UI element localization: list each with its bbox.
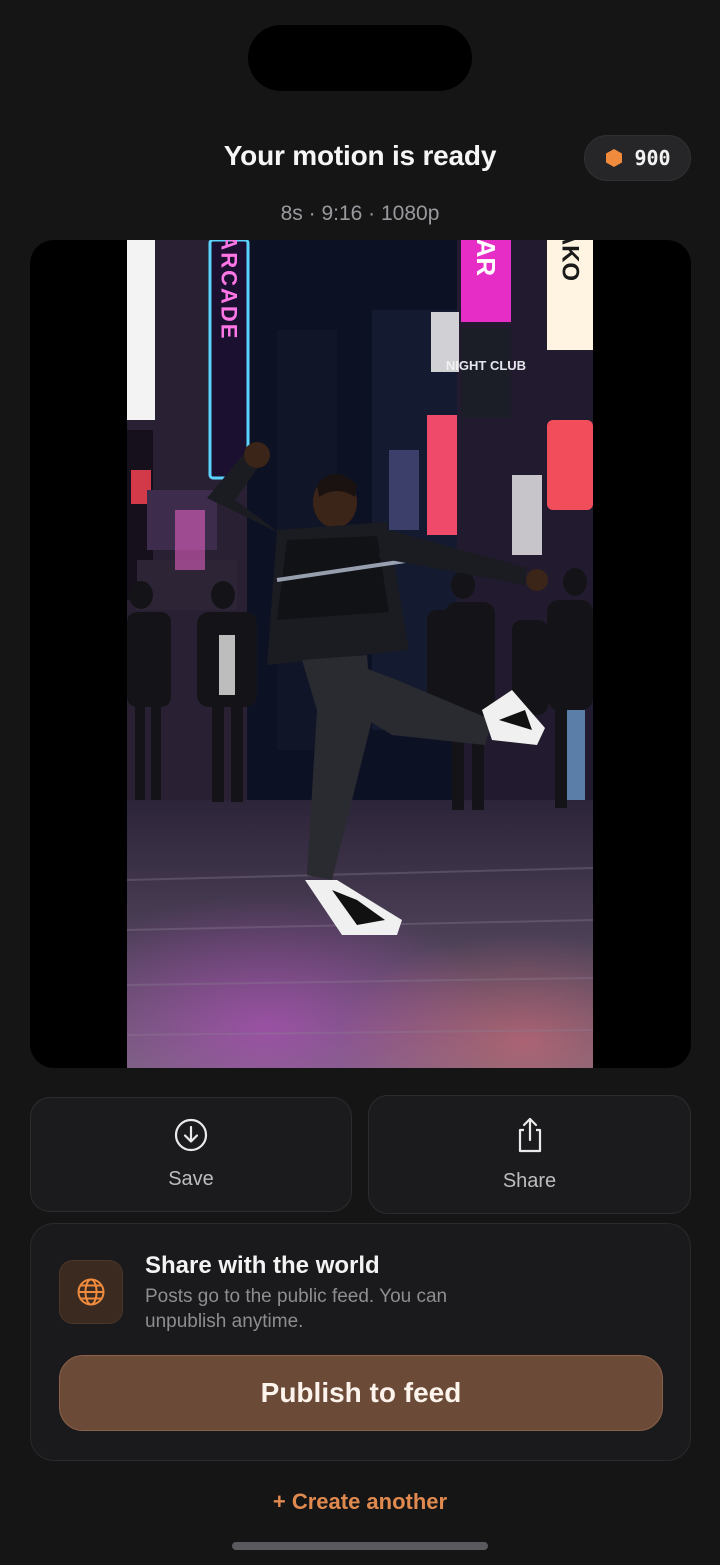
save-label: Save xyxy=(168,1168,214,1190)
share-label: Share xyxy=(502,1170,557,1192)
share-world-description-line: unpublish anytime. xyxy=(145,1311,304,1332)
share-world-description: Posts go to the public feed. You can unp… xyxy=(145,1284,565,1334)
neon-arcade-sign: NEON ARCADE xyxy=(217,240,242,340)
video-meta: 8s · 9:16 · 1080p xyxy=(280,202,440,225)
credits-count: 900 xyxy=(634,146,671,170)
hexagon-icon xyxy=(604,148,624,168)
share-icon xyxy=(513,1116,547,1154)
home-indicator[interactable] xyxy=(232,1542,488,1550)
bar-sign: BAR xyxy=(471,240,501,276)
share-button[interactable]: Share xyxy=(368,1095,691,1214)
video-preview[interactable]: NEON ARCADE BAR NIGHT CLUB TAKO xyxy=(30,240,691,1068)
screen: Your motion is ready 900 8s · 9:16 · 108… xyxy=(0,0,720,1565)
share-world-title: Share with the world xyxy=(145,1252,380,1279)
dynamic-island xyxy=(248,25,472,91)
create-another-link[interactable]: + Create another xyxy=(0,1489,720,1515)
globe-icon xyxy=(59,1260,123,1324)
download-circle-icon xyxy=(174,1118,208,1152)
publish-to-feed-button[interactable]: Publish to feed xyxy=(59,1355,663,1431)
share-world-card: Share with the world Posts go to the pub… xyxy=(30,1223,691,1461)
video-frame: NEON ARCADE BAR NIGHT CLUB TAKO xyxy=(127,240,593,1068)
share-world-description-line: Posts go to the public feed. You can xyxy=(145,1286,448,1307)
tako-sign: TAKO xyxy=(557,240,584,281)
street-scene-illustration: NEON ARCADE BAR NIGHT CLUB TAKO xyxy=(127,240,593,1068)
save-button[interactable]: Save xyxy=(30,1097,352,1212)
credits-badge[interactable]: 900 xyxy=(584,135,691,181)
